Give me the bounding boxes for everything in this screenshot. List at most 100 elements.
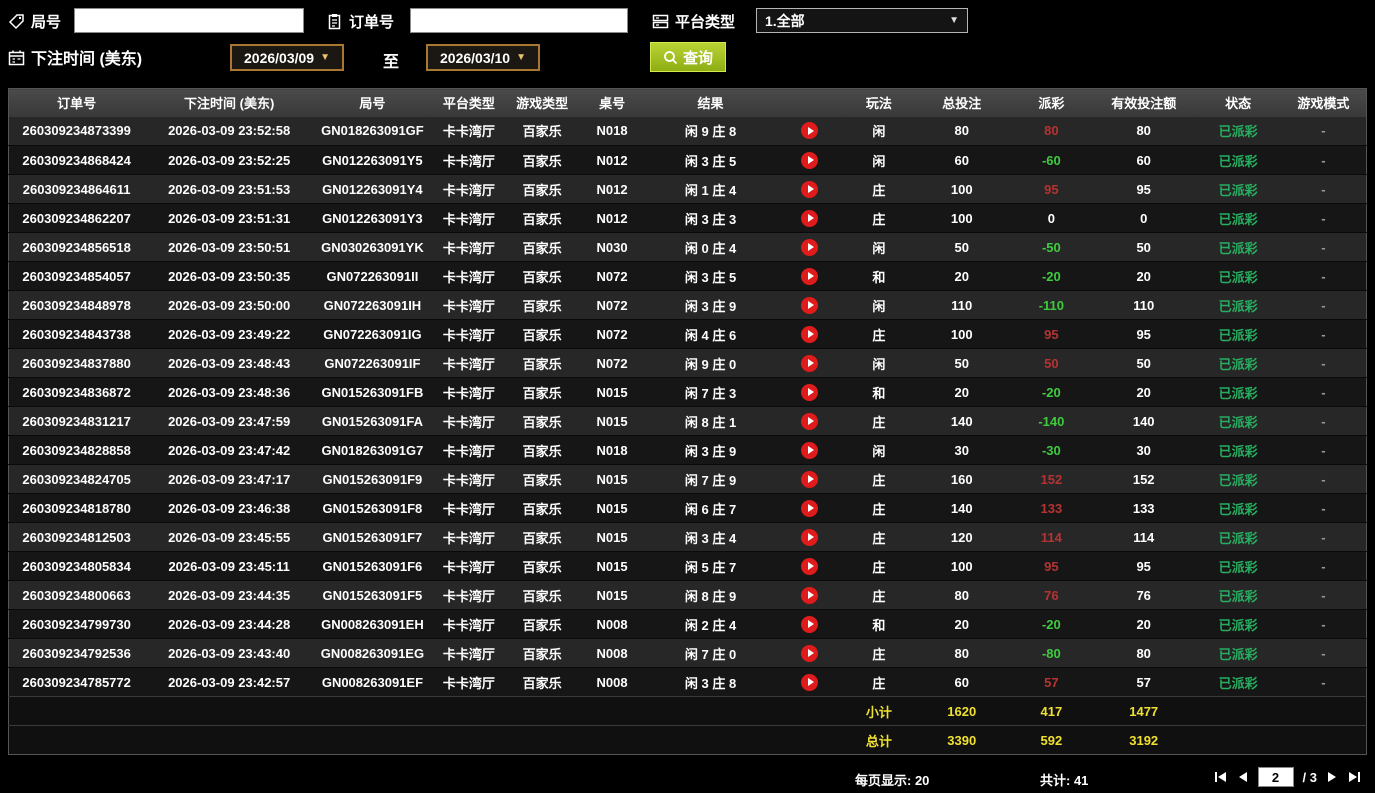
next-page-button[interactable] bbox=[1326, 771, 1338, 783]
video-play-button[interactable] bbox=[801, 673, 819, 691]
cell-platform: 卡卡湾厅 bbox=[442, 385, 495, 401]
cell-game: 百家乐 bbox=[522, 617, 562, 633]
table-row: 260309234837880 2026-03-09 23:48:43 GN0722… bbox=[8, 348, 1367, 378]
cell-table: N015 bbox=[596, 500, 628, 516]
cell-order: 260309234824705 bbox=[22, 471, 131, 487]
per-page-label: 每页显示: 20 bbox=[855, 773, 930, 788]
play-icon bbox=[807, 301, 814, 310]
cell-result: 闲 2 庄 4 bbox=[684, 617, 737, 633]
cell-status: 已派彩 bbox=[1218, 588, 1258, 604]
cell-video bbox=[774, 262, 845, 291]
cell-mode: - bbox=[1321, 384, 1326, 400]
cell-result: 闲 7 庄 9 bbox=[684, 472, 737, 488]
cell-payout: 95 bbox=[1044, 558, 1059, 574]
calendar-icon bbox=[8, 49, 25, 66]
cell-video bbox=[774, 175, 845, 204]
cell-order: 260309234800663 bbox=[22, 587, 131, 603]
video-play-button[interactable] bbox=[801, 151, 819, 169]
cell-status: 已派彩 bbox=[1218, 646, 1258, 662]
video-play-button[interactable] bbox=[801, 470, 819, 488]
page-number-input[interactable] bbox=[1257, 767, 1294, 787]
cell-mode: - bbox=[1321, 471, 1326, 487]
platform-type-select[interactable]: 1.全部 ▼ bbox=[756, 8, 968, 33]
cell-total: 50 bbox=[954, 239, 969, 255]
cell-round: GN015263091F5 bbox=[322, 587, 423, 603]
cell-platform: 卡卡湾厅 bbox=[442, 472, 495, 488]
cell-result: 闲 0 庄 4 bbox=[684, 240, 737, 256]
play-icon bbox=[807, 649, 814, 658]
bet-records-table: 订单号 下注时间 (美东) 局号 平台类型 游戏类型 桌号 结果 玩法 总投注 派彩 有效投注额 状态… bbox=[8, 88, 1367, 755]
cell-play: 和 bbox=[872, 269, 886, 285]
cell-mode: - bbox=[1321, 326, 1326, 342]
video-play-button[interactable] bbox=[801, 209, 819, 227]
cell-valid: 57 bbox=[1136, 674, 1151, 690]
cell-mode: - bbox=[1321, 529, 1326, 545]
video-play-button[interactable] bbox=[801, 528, 819, 546]
table-header-row: 订单号 下注时间 (美东) 局号 平台类型 游戏类型 桌号 结果 玩法 总投注 派彩 有效投注额 状态… bbox=[8, 88, 1367, 117]
video-play-button[interactable] bbox=[801, 383, 819, 401]
table-row: 260309234800663 2026-03-09 23:44:35 GN0152… bbox=[8, 580, 1367, 610]
cell-valid: 76 bbox=[1136, 587, 1151, 603]
cell-round: GN015263091F7 bbox=[322, 529, 423, 545]
video-play-button[interactable] bbox=[801, 238, 819, 256]
records-table-wrap: 订单号 下注时间 (美东) 局号 平台类型 游戏类型 桌号 结果 玩法 总投注 派彩 有效投注额 状态… bbox=[8, 88, 1367, 755]
cell-status: 已派彩 bbox=[1218, 414, 1258, 430]
cell-table: N072 bbox=[596, 326, 628, 342]
query-button[interactable]: 查询 bbox=[650, 42, 727, 72]
cell-video bbox=[774, 610, 845, 639]
video-play-button[interactable] bbox=[801, 180, 819, 198]
table-row: 260309234828858 2026-03-09 23:47:42 GN0182… bbox=[8, 435, 1367, 465]
cell-valid: 95 bbox=[1136, 181, 1151, 197]
order-number-input[interactable] bbox=[410, 8, 628, 33]
subtotal-label: 小计 bbox=[844, 696, 913, 726]
first-page-button[interactable] bbox=[1214, 771, 1228, 783]
subtotal-spacer bbox=[8, 696, 845, 726]
cell-mode: - bbox=[1321, 355, 1326, 371]
table-row: 260309234848978 2026-03-09 23:50:00 GN0722… bbox=[8, 290, 1367, 320]
cell-play: 和 bbox=[872, 617, 886, 633]
tag-icon bbox=[8, 13, 25, 30]
prev-page-button[interactable] bbox=[1237, 771, 1249, 783]
video-play-button[interactable] bbox=[801, 499, 819, 517]
round-number-input[interactable] bbox=[74, 8, 304, 33]
video-play-button[interactable] bbox=[801, 644, 819, 662]
cell-status: 已派彩 bbox=[1218, 211, 1258, 227]
cell-result: 闲 7 庄 3 bbox=[684, 385, 737, 401]
video-play-button[interactable] bbox=[801, 557, 819, 575]
cell-total: 80 bbox=[954, 645, 969, 661]
cell-video bbox=[774, 581, 845, 610]
video-play-button[interactable] bbox=[801, 325, 819, 343]
date-to-button[interactable]: 2026/03/10 ▼ bbox=[426, 44, 540, 71]
column-header: 局号 bbox=[314, 88, 431, 117]
cell-time: 2026-03-09 23:52:58 bbox=[168, 123, 291, 139]
cell-order: 260309234843738 bbox=[22, 326, 131, 342]
table-row: 260309234864611 2026-03-09 23:51:53 GN0122… bbox=[8, 174, 1367, 204]
video-play-button[interactable] bbox=[801, 354, 819, 372]
date-from-button[interactable]: 2026/03/09 ▼ bbox=[230, 44, 344, 71]
cell-valid: 152 bbox=[1132, 471, 1155, 487]
video-play-button[interactable] bbox=[801, 296, 819, 314]
total-row: 总计 3390 592 3192 bbox=[8, 725, 1367, 755]
video-play-button[interactable] bbox=[801, 615, 819, 633]
cell-status: 已派彩 bbox=[1218, 443, 1258, 459]
cell-video bbox=[774, 494, 845, 523]
table-row: 260309234792536 2026-03-09 23:43:40 GN0082… bbox=[8, 638, 1367, 668]
cell-game: 百家乐 bbox=[522, 211, 562, 227]
cell-payout: 152 bbox=[1040, 471, 1063, 487]
cell-video bbox=[774, 465, 845, 494]
cell-order: 260309234856518 bbox=[22, 239, 131, 255]
cell-valid: 133 bbox=[1132, 500, 1155, 516]
cell-mode: - bbox=[1321, 152, 1326, 168]
last-page-button[interactable] bbox=[1347, 771, 1361, 783]
video-play-button[interactable] bbox=[801, 122, 819, 140]
video-play-button[interactable] bbox=[801, 412, 819, 430]
cell-play: 闲 bbox=[872, 153, 886, 169]
cell-game: 百家乐 bbox=[522, 327, 562, 343]
video-play-button[interactable] bbox=[801, 267, 819, 285]
cell-payout: 0 bbox=[1047, 210, 1055, 226]
cell-mode: - bbox=[1321, 500, 1326, 516]
video-play-button[interactable] bbox=[801, 586, 819, 604]
video-play-button[interactable] bbox=[801, 441, 819, 459]
cell-platform: 卡卡湾厅 bbox=[442, 559, 495, 575]
cell-valid: 30 bbox=[1136, 442, 1151, 458]
